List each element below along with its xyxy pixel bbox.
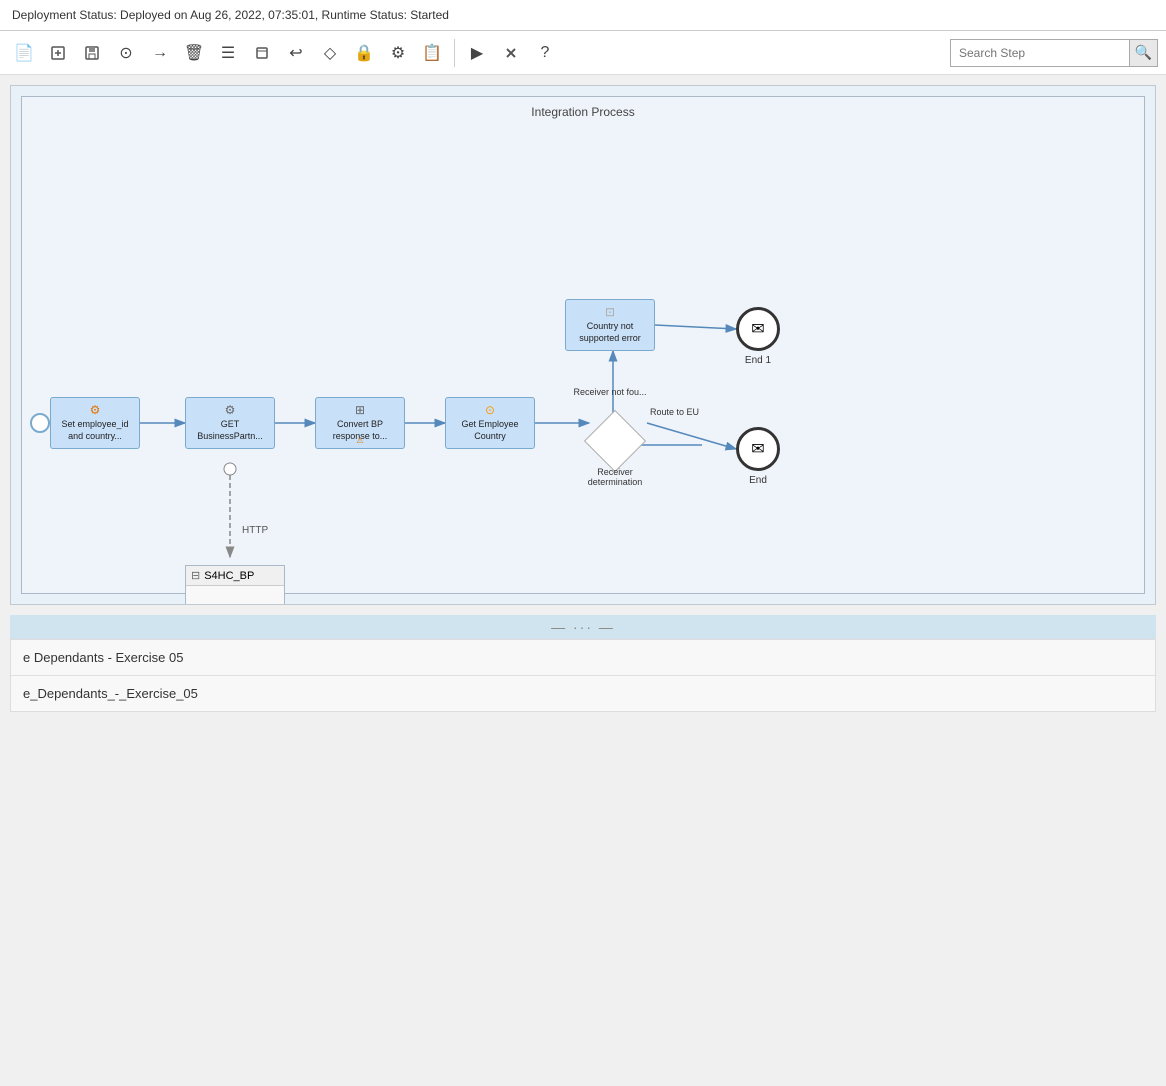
node-get-bp[interactable]: ⚙ GET BusinessPartn... (185, 397, 275, 449)
empty-bottom-area (10, 722, 1156, 922)
end-1-icon: ✉ (751, 319, 764, 339)
get-bp-label: GET BusinessPartn... (190, 419, 270, 442)
receiver-determination-container[interactable] (589, 415, 641, 467)
delete-btn[interactable]: 🗑 (178, 37, 210, 69)
node-convert-bp[interactable]: ⊞ ⚠ Convert BP response to... (315, 397, 405, 449)
node-set-employee[interactable]: ⚙ Set employee_id and country... (50, 397, 140, 449)
country-error-label: Country not supported error (570, 321, 650, 344)
node-country-error[interactable]: ⊡ Country not supported error (565, 299, 655, 351)
set-employee-label: Set employee_id and country... (55, 419, 135, 442)
clipboard-btn[interactable]: 📋 (416, 37, 448, 69)
bottom-panel: e Dependants - Exercise 05 e_Dependants_… (10, 639, 1156, 712)
set-employee-icon: ⚙ (90, 403, 101, 417)
route-to-eu-label: Route to EU (650, 407, 699, 417)
settings-btn[interactable]: ⚙ (382, 37, 414, 69)
toolbar: 📄 ⊙ → 🗑 ☰ ↩ ◇ 🔒 ⚙ 📋 ▶ ? 🔍 (0, 31, 1166, 75)
lock-btn[interactable]: 🔒 (348, 37, 380, 69)
target-btn[interactable]: ⊙ (110, 37, 142, 69)
http-label: HTTP (242, 525, 268, 536)
diamond-btn[interactable]: ◇ (314, 37, 346, 69)
status-bar: Deployment Status: Deployed on Aug 26, 2… (0, 0, 1166, 31)
bottom-row-1: e Dependants - Exercise 05 (11, 640, 1155, 676)
bottom-row-1-text: e Dependants - Exercise 05 (23, 650, 183, 665)
restore-btn[interactable] (246, 37, 278, 69)
node-get-employee-country[interactable]: ⊙ Get Employee Country (445, 397, 535, 449)
get-employee-country-label: Get Employee Country (450, 419, 530, 442)
country-error-icon: ⊡ (605, 305, 615, 319)
integration-process-label: Integration Process (531, 105, 634, 119)
s4hc-container[interactable]: ⊟ S4HC_BP (185, 565, 285, 605)
receiver-determination-label: Receiver determination (575, 467, 655, 487)
divider-bar[interactable]: — ··· — (10, 615, 1156, 639)
new-btn[interactable]: 📄 (8, 37, 40, 69)
undo-btn[interactable]: ↩ (280, 37, 312, 69)
menu-btn[interactable]: ☰ (212, 37, 244, 69)
receiver-not-found-label: Receiver not fou... (565, 387, 655, 397)
search-area: 🔍 (950, 39, 1158, 67)
play-btn[interactable]: ▶ (461, 37, 493, 69)
add-btn[interactable] (42, 37, 74, 69)
diamond-shape (584, 410, 646, 472)
end-node-1-label: End 1 (736, 355, 780, 366)
bottom-row-2: e_Dependants_-_Exercise_05 (11, 676, 1155, 711)
end-icon: ✉ (751, 439, 764, 459)
convert-bp-icon: ⊞ (355, 403, 365, 417)
bottom-row-2-text: e_Dependants_-_Exercise_05 (23, 686, 198, 701)
search-button[interactable]: 🔍 (1130, 39, 1158, 67)
canvas-container[interactable]: Integration Process (10, 85, 1156, 605)
stop-btn[interactable] (495, 37, 527, 69)
integration-process-box: Integration Process (21, 96, 1145, 594)
save-btn[interactable] (76, 37, 108, 69)
s4hc-label: ⊟ S4HC_BP (186, 566, 284, 586)
divider-dots: — ··· — (551, 619, 615, 635)
help-btn[interactable]: ? (529, 37, 561, 69)
search-input[interactable] (950, 39, 1130, 67)
arrow-btn[interactable]: → (144, 37, 176, 69)
start-event (30, 413, 50, 433)
toolbar-separator (454, 39, 455, 67)
end-node[interactable]: ✉ (736, 427, 780, 471)
end-node-1[interactable]: ✉ (736, 307, 780, 351)
status-text: Deployment Status: Deployed on Aug 26, 2… (12, 8, 449, 22)
get-employee-country-icon: ⊙ (485, 403, 495, 417)
get-bp-icon: ⚙ (225, 403, 236, 417)
end-node-label: End (736, 475, 780, 486)
